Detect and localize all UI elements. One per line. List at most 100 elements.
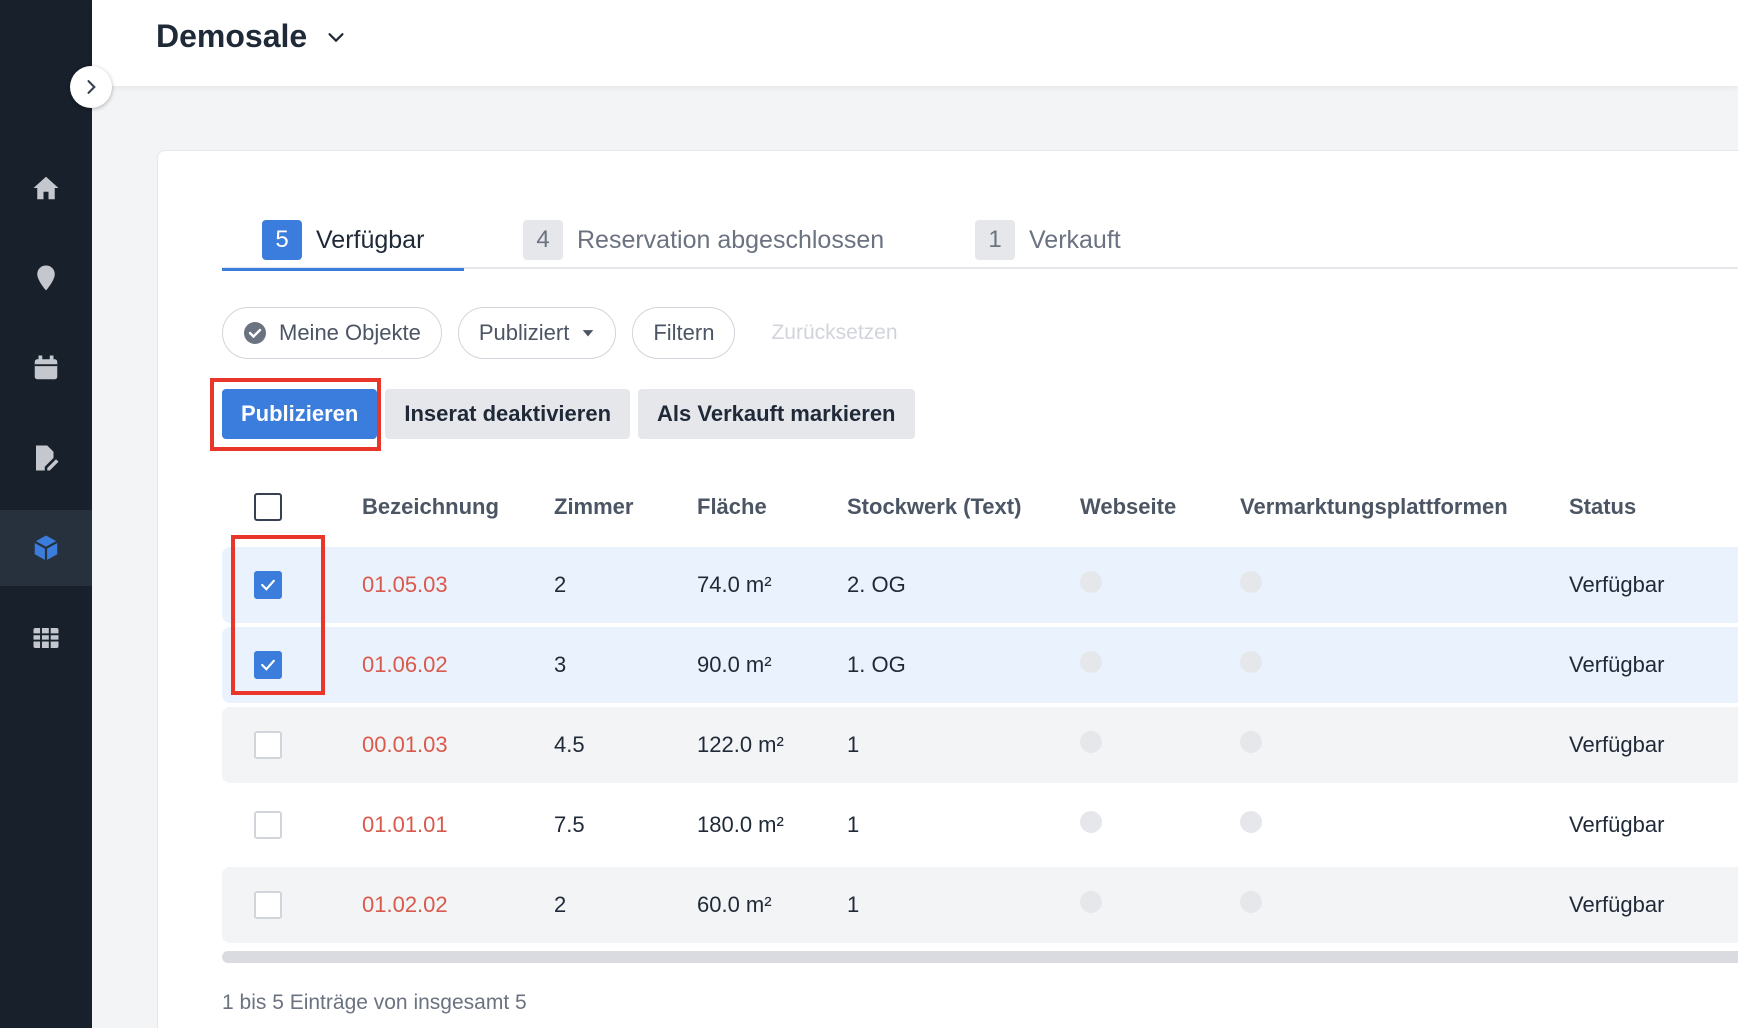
object-link[interactable]: 01.05.03 bbox=[362, 572, 448, 597]
area-cell: 122.0 m² bbox=[697, 732, 784, 757]
tab-label: Reservation abgeschlossen bbox=[577, 225, 885, 254]
page-title: Demosale bbox=[156, 18, 308, 54]
filter-label: Publiziert bbox=[478, 320, 570, 345]
project-switcher[interactable]: Demosale bbox=[156, 18, 347, 55]
tab-count: 5 bbox=[262, 220, 302, 260]
row-checkbox[interactable] bbox=[254, 811, 282, 839]
column-header[interactable]: Vermarktungsplattformen bbox=[1240, 494, 1569, 520]
cube-icon bbox=[34, 535, 58, 561]
sidebar-item-locations[interactable] bbox=[0, 240, 92, 316]
row-checkbox[interactable] bbox=[254, 571, 282, 599]
column-header[interactable]: Stockwerk (Text) bbox=[847, 494, 1080, 520]
caret-down-icon bbox=[583, 330, 594, 337]
checkmark-icon bbox=[261, 659, 275, 671]
website-status-dot bbox=[1080, 891, 1102, 913]
rooms-cell: 3 bbox=[554, 652, 567, 677]
object-link[interactable]: 01.01.01 bbox=[362, 812, 448, 837]
chevron-right-icon bbox=[87, 80, 96, 94]
rooms-cell: 2 bbox=[554, 572, 567, 597]
object-link[interactable]: 00.01.03 bbox=[362, 732, 448, 757]
sidebar-item-documents[interactable] bbox=[0, 420, 92, 496]
filter-button[interactable]: Filtern bbox=[632, 307, 736, 359]
floor-cell: 1 bbox=[847, 892, 860, 917]
table-row[interactable]: 00.01.03 4.5 122.0 m² 1 Verfügbar bbox=[222, 707, 1738, 783]
website-status-dot bbox=[1080, 571, 1102, 593]
table-grid-icon bbox=[33, 628, 59, 648]
website-status-dot bbox=[1080, 651, 1102, 673]
filter-label: Meine Objekte bbox=[279, 320, 421, 345]
area-cell: 60.0 m² bbox=[697, 892, 772, 917]
platform-status-dot bbox=[1240, 891, 1262, 913]
column-header[interactable]: Bezeichnung bbox=[362, 494, 554, 520]
column-header[interactable]: Status bbox=[1569, 494, 1738, 520]
location-pin-icon bbox=[37, 265, 55, 291]
published-dropdown[interactable]: Publiziert bbox=[457, 307, 617, 359]
sidebar-item-calendar[interactable] bbox=[0, 330, 92, 406]
rooms-cell: 2 bbox=[554, 892, 567, 917]
bulk-actions: Publizieren Inserat deaktivieren Als Ver… bbox=[222, 389, 915, 441]
table-row[interactable]: 01.02.02 2 60.0 m² 1 Verfügbar bbox=[222, 867, 1738, 943]
row-checkbox[interactable] bbox=[254, 891, 282, 919]
mark-sold-button[interactable]: Als Verkauft markieren bbox=[638, 389, 915, 439]
status-cell: Verfügbar bbox=[1569, 572, 1665, 597]
floor-cell: 1 bbox=[847, 732, 860, 757]
platform-status-dot bbox=[1240, 571, 1262, 593]
table-header: Bezeichnung Zimmer Fläche Stockwerk (Tex… bbox=[222, 467, 1738, 547]
tab-label: Verfügbar bbox=[316, 225, 425, 254]
reset-link[interactable]: Zurücksetzen bbox=[771, 321, 897, 345]
rooms-cell: 7.5 bbox=[554, 812, 585, 837]
website-status-dot bbox=[1080, 811, 1102, 833]
publish-button[interactable]: Publizieren bbox=[222, 389, 378, 439]
status-cell: Verfügbar bbox=[1569, 732, 1665, 757]
tab-count: 4 bbox=[523, 220, 563, 260]
calendar-icon bbox=[34, 355, 58, 380]
chevron-down-icon bbox=[328, 32, 344, 42]
objects-table: Bezeichnung Zimmer Fläche Stockwerk (Tex… bbox=[222, 467, 1738, 947]
platform-status-dot bbox=[1240, 651, 1262, 673]
my-objects-filter[interactable]: Meine Objekte bbox=[222, 307, 442, 359]
select-all-checkbox[interactable] bbox=[254, 493, 282, 521]
tab-reservation-abgeschlossen[interactable]: 4 Reservation abgeschlossen bbox=[523, 211, 884, 269]
tab-verkauft[interactable]: 1 Verkauft bbox=[975, 211, 1121, 269]
column-header[interactable]: Webseite bbox=[1080, 494, 1240, 520]
filter-bar: Meine Objekte Publiziert Filtern Zurücks… bbox=[222, 307, 898, 359]
sidebar-item-home[interactable] bbox=[0, 150, 92, 226]
table-row[interactable]: 01.05.03 2 74.0 m² 2. OG Verfügbar bbox=[222, 547, 1738, 623]
header: Demosale bbox=[92, 0, 1738, 86]
platform-status-dot bbox=[1240, 811, 1262, 833]
floor-cell: 1. OG bbox=[847, 652, 906, 677]
floor-cell: 1 bbox=[847, 812, 860, 837]
status-cell: Verfügbar bbox=[1569, 892, 1665, 917]
horizontal-scrollbar[interactable] bbox=[222, 951, 1738, 963]
check-circle-icon bbox=[244, 322, 266, 344]
status-cell: Verfügbar bbox=[1569, 652, 1665, 677]
tab-label: Verkauft bbox=[1029, 225, 1121, 254]
deactivate-listing-button[interactable]: Inserat deaktivieren bbox=[385, 389, 631, 439]
home-icon bbox=[33, 176, 59, 200]
table-row[interactable]: 01.06.02 3 90.0 m² 1. OG Verfügbar bbox=[222, 627, 1738, 703]
column-header[interactable]: Fläche bbox=[697, 494, 847, 520]
sidebar-item-tables[interactable] bbox=[0, 600, 92, 676]
rooms-cell: 4.5 bbox=[554, 732, 585, 757]
sidebar-item-objects[interactable] bbox=[0, 510, 92, 586]
platform-status-dot bbox=[1240, 731, 1262, 753]
row-checkbox[interactable] bbox=[254, 731, 282, 759]
document-edit-icon bbox=[36, 445, 59, 471]
tab-count: 1 bbox=[975, 220, 1015, 260]
sidebar bbox=[0, 0, 92, 1028]
website-status-dot bbox=[1080, 731, 1102, 753]
pagination-info: 1 bis 5 Einträge von insgesamt 5 bbox=[222, 991, 527, 1014]
sidebar-toggle-button[interactable] bbox=[70, 66, 112, 108]
row-checkbox[interactable] bbox=[254, 651, 282, 679]
filter-label: Filtern bbox=[653, 320, 715, 345]
column-header[interactable]: Zimmer bbox=[554, 494, 697, 520]
object-link[interactable]: 01.06.02 bbox=[362, 652, 448, 677]
tab-verfuegbar[interactable]: 5 Verfügbar bbox=[221, 211, 465, 271]
table-row[interactable]: 01.01.01 7.5 180.0 m² 1 Verfügbar bbox=[222, 787, 1738, 863]
status-cell: Verfügbar bbox=[1569, 812, 1665, 837]
object-link[interactable]: 01.02.02 bbox=[362, 892, 448, 917]
floor-cell: 2. OG bbox=[847, 572, 906, 597]
area-cell: 90.0 m² bbox=[697, 652, 772, 677]
status-tabs: 5 Verfügbar 4 Reservation abgeschlossen … bbox=[221, 211, 1738, 271]
objects-card: 5 Verfügbar 4 Reservation abgeschlossen … bbox=[157, 150, 1738, 1028]
